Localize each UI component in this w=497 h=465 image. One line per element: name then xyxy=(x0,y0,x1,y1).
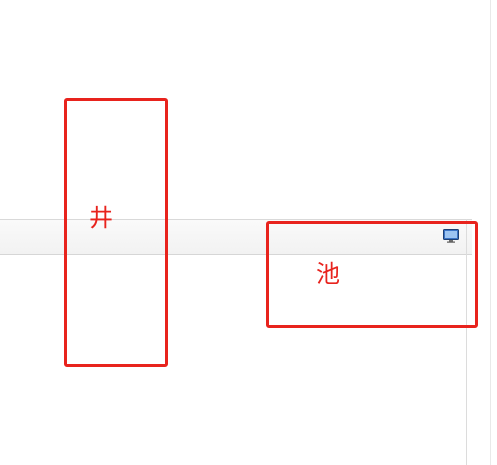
window-canvas: 井 池 xyxy=(0,0,497,465)
annotation-box-horizontal xyxy=(266,221,478,328)
window-edge xyxy=(490,0,491,465)
annotation-label-vertical: 井 xyxy=(89,204,113,232)
annotation-box-vertical xyxy=(64,98,168,367)
annotation-label-horizontal: 池 xyxy=(316,260,340,288)
